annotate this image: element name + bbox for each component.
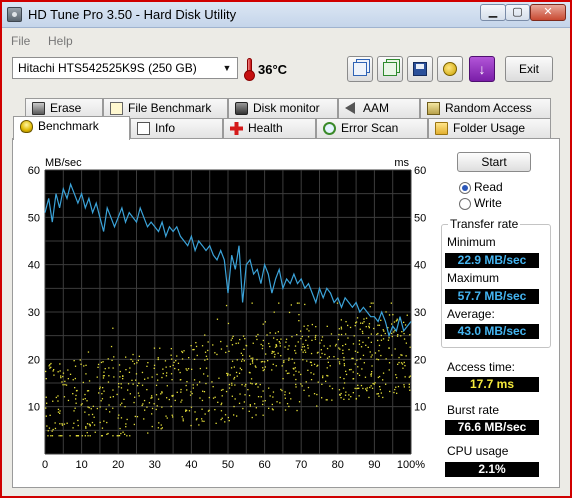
cpu-usage-label: CPU usage — [447, 444, 509, 458]
maximum-value: 57.7 MB/sec — [445, 289, 539, 304]
close-button[interactable]: ✕ — [530, 4, 566, 21]
speaker-icon — [345, 102, 355, 114]
tab-folder-usage[interactable]: Folder Usage — [428, 118, 551, 139]
average-label: Average: — [447, 307, 495, 321]
exit-button[interactable]: Exit — [505, 56, 553, 82]
magnifier-icon — [323, 122, 336, 135]
burst-rate-value: 76.6 MB/sec — [445, 420, 539, 435]
temperature-readout: 36°C — [258, 62, 288, 77]
tab-info[interactable]: Info — [130, 118, 223, 139]
cpu-usage-value: 2.1% — [445, 462, 539, 477]
download-icon: ↓ — [478, 61, 486, 77]
trash-icon — [32, 102, 45, 115]
tab-aam[interactable]: AAM — [338, 98, 420, 119]
options-button[interactable] — [437, 56, 463, 82]
save-icon — [413, 62, 427, 76]
chevron-down-icon[interactable]: ▼ — [219, 60, 235, 76]
tab-random-access[interactable]: Random Access — [420, 98, 551, 119]
minimize-button[interactable]: ▁ — [480, 4, 506, 21]
maximize-button[interactable]: ▢ — [505, 4, 530, 21]
folder-icon — [435, 122, 448, 135]
download-button[interactable]: ↓ — [469, 56, 495, 82]
maximum-label: Maximum — [447, 271, 500, 285]
start-button[interactable]: Start — [457, 152, 531, 172]
options-icon — [443, 62, 457, 76]
copy-text-button[interactable] — [347, 56, 373, 82]
radio-dot — [459, 198, 471, 210]
thermometer-icon — [244, 58, 255, 81]
info-icon — [137, 122, 150, 135]
tab-disk-monitor[interactable]: Disk monitor — [228, 98, 338, 119]
menu-help[interactable]: Help — [48, 34, 73, 48]
copy-green-icon — [383, 62, 397, 76]
disk-icon — [235, 102, 248, 115]
random-access-icon — [427, 102, 440, 115]
drive-select-value: Hitachi HTS542525K9S (250 GB) — [18, 61, 197, 75]
read-radio[interactable]: Read — [459, 181, 539, 196]
file-benchmark-icon — [110, 102, 123, 115]
title-bar: HD Tune Pro 3.50 - Hard Disk Utility ▁ ▢… — [2, 2, 570, 28]
write-radio[interactable]: Write — [459, 197, 539, 212]
tab-error-scan[interactable]: Error Scan — [316, 118, 428, 139]
menu-bar: File Help — [2, 29, 570, 49]
drive-select[interactable]: Hitachi HTS542525K9S (250 GB) ▼ — [12, 57, 238, 79]
menu-file[interactable]: File — [11, 34, 30, 48]
access-time-value: 17.7 ms — [445, 377, 539, 392]
average-value: 43.0 MB/sec — [445, 324, 539, 339]
health-icon — [230, 122, 243, 135]
minimum-label: Minimum — [447, 235, 496, 249]
tab-health[interactable]: Health — [223, 118, 316, 139]
tab-benchmark[interactable]: Benchmark — [13, 116, 130, 140]
minimum-value: 22.9 MB/sec — [445, 253, 539, 268]
burst-rate-label: Burst rate — [447, 403, 500, 417]
save-button[interactable] — [407, 56, 433, 82]
access-time-label: Access time: — [447, 360, 516, 374]
benchmark-icon — [20, 120, 33, 133]
radio-dot — [459, 182, 471, 194]
copy-screenshot-button[interactable] — [377, 56, 403, 82]
transfer-rate-title: Transfer rate — [448, 217, 521, 231]
copy-icon — [353, 62, 367, 76]
benchmark-chart — [45, 170, 411, 454]
app-icon — [7, 7, 22, 22]
window-title: HD Tune Pro 3.50 - Hard Disk Utility — [28, 7, 237, 22]
